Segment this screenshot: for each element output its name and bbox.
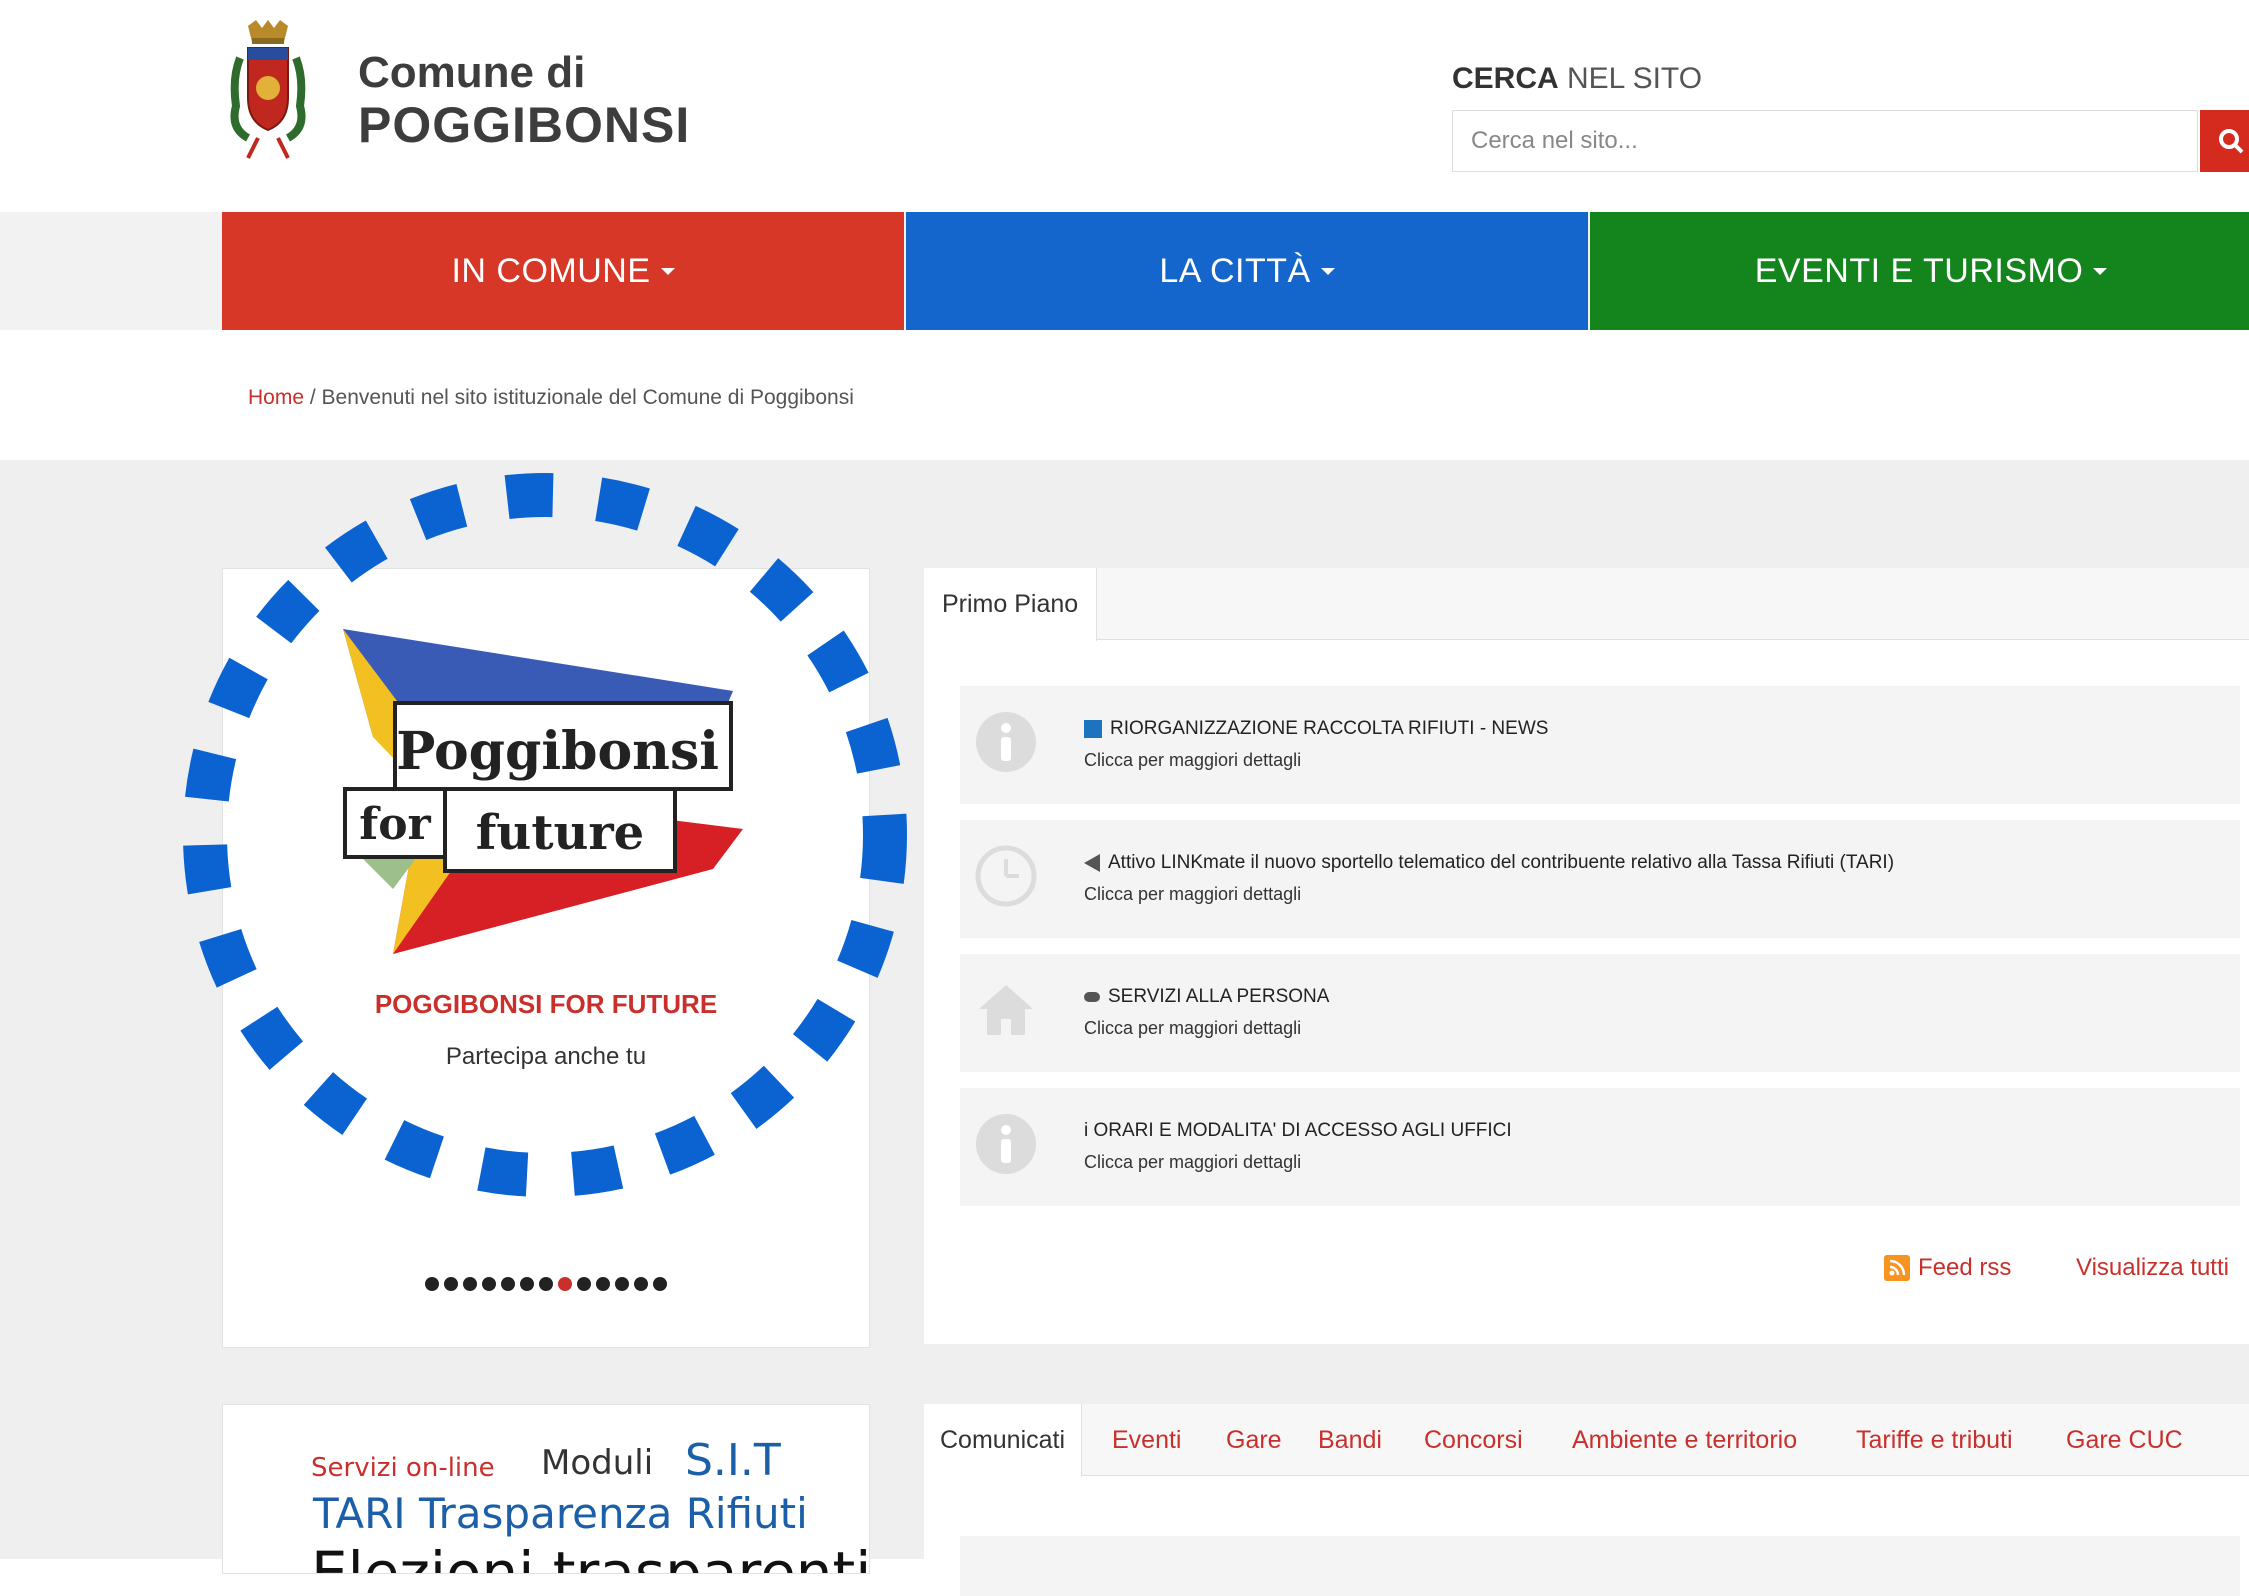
list-item[interactable]: [960, 1536, 2240, 1596]
logo-word-for: for: [359, 799, 431, 850]
nav-in-comune-label: IN COMUNE: [451, 251, 651, 290]
carousel-dot[interactable]: [501, 1277, 515, 1291]
clock-icon: [974, 844, 1038, 908]
nav-la-citta[interactable]: LA CITTÀ: [906, 212, 1588, 330]
poggibonsi-for-future-logo[interactable]: Poggibonsi for future: [333, 629, 753, 959]
news-item[interactable]: i ORARI E MODALITA' DI ACCESSO AGLI UFFI…: [960, 1088, 2240, 1206]
news-subtitle: Clicca per maggiori dettagli: [1084, 750, 1302, 770]
carousel-subtitle: Partecipa anche tu: [445, 1043, 647, 1070]
news-subtitle: Clicca per maggiori dettagli: [1084, 884, 1302, 904]
caret-down-icon: [2093, 267, 2108, 275]
carousel-dot[interactable]: [634, 1277, 648, 1291]
site-header: Comune di POGGIBONSI CERCA NEL SITO: [0, 0, 2249, 210]
feed-rss-link[interactable]: Feed rss: [1884, 1254, 2011, 1282]
news-tabs-panel: Comunicati Eventi Gare Bandi Concorsi Am…: [924, 1404, 2249, 1596]
carousel-dot[interactable]: [520, 1277, 534, 1291]
carousel-dot[interactable]: [425, 1277, 439, 1291]
sit-link[interactable]: S.I.T: [685, 1435, 781, 1486]
news-title-text: SERVIZI ALLA PERSONA: [1108, 986, 1330, 1007]
news-tabs-bar: Comunicati Eventi Gare Bandi Concorsi Am…: [924, 1404, 2249, 1477]
tab-primo-piano[interactable]: Primo Piano: [924, 568, 1098, 641]
nav-eventi-turismo[interactable]: EVENTI E TURISMO: [1590, 212, 2249, 330]
tab-concorsi[interactable]: Concorsi: [1424, 1404, 1523, 1477]
news-subtitle: Clicca per maggiori dettagli: [1084, 1018, 1302, 1038]
nav-in-comune[interactable]: IN COMUNE: [222, 212, 904, 330]
tab-tariffe-tributi[interactable]: Tariffe e tributi: [1856, 1404, 2013, 1477]
news-title[interactable]: Attivo LINKmate il nuovo sportello telem…: [1084, 852, 1894, 874]
nav-eventi-turismo-label: EVENTI E TURISMO: [1754, 251, 2084, 290]
rss-icon: [1884, 1255, 1910, 1281]
breadcrumb-separator: /: [304, 386, 322, 409]
primo-piano-panel: Primo Piano RIORGANIZZAZIONE RACCOLTA RI…: [924, 568, 2249, 1344]
news-item[interactable]: SERVIZI ALLA PERSONA Clicca per maggiori…: [960, 954, 2240, 1072]
breadcrumb-home-link[interactable]: Home: [248, 386, 304, 409]
recycle-icon: [1084, 719, 1102, 738]
breadcrumb-current: Benvenuti nel sito istituzionale del Com…: [321, 386, 854, 409]
carousel-dot[interactable]: [482, 1277, 496, 1291]
tab-ambiente-territorio[interactable]: Ambiente e territorio: [1572, 1404, 1797, 1477]
info-icon: [974, 710, 1038, 774]
carousel-dot[interactable]: [558, 1277, 572, 1291]
news-subtitle: Clicca per maggiori dettagli: [1084, 1152, 1302, 1172]
elezioni-trasparenti-link[interactable]: Elezioni trasparenti: [311, 1539, 869, 1573]
breadcrumb: Home / Benvenuti nel sito istituzionale …: [248, 386, 854, 410]
moduli-link[interactable]: Moduli: [541, 1443, 653, 1483]
carousel-card[interactable]: Poggibonsi for future POGGIBONSI FOR FUT…: [222, 568, 870, 1348]
hands-icon: [1084, 991, 1100, 1002]
carousel-dot[interactable]: [577, 1277, 591, 1291]
search-icon: [2219, 129, 2244, 154]
search-input[interactable]: [1452, 110, 2198, 172]
carousel-dot[interactable]: [615, 1277, 629, 1291]
tab-eventi[interactable]: Eventi: [1112, 1404, 1181, 1477]
see-all-link[interactable]: Visualizza tutti: [2076, 1254, 2229, 1282]
search-label: CERCA NEL SITO: [1452, 62, 1702, 96]
search-button[interactable]: [2200, 110, 2249, 172]
megaphone-icon: [1084, 853, 1100, 872]
tab-gare[interactable]: Gare: [1226, 1404, 1282, 1477]
news-title[interactable]: i ORARI E MODALITA' DI ACCESSO AGLI UFFI…: [1084, 1120, 1512, 1142]
logo-word-poggibonsi: Poggibonsi: [396, 721, 719, 782]
news-title[interactable]: SERVIZI ALLA PERSONA: [1084, 986, 1329, 1008]
nav-la-citta-label: LA CITTÀ: [1159, 251, 1311, 290]
primo-piano-tabbar: Primo Piano: [924, 568, 2249, 641]
carousel-dot[interactable]: [444, 1277, 458, 1291]
carousel-dot[interactable]: [539, 1277, 553, 1291]
brand-line-2[interactable]: POGGIBONSI: [358, 96, 690, 154]
tari-trasparenza-link[interactable]: TARI Trasparenza Rifiuti: [313, 1489, 808, 1538]
news-item[interactable]: Attivo LINKmate il nuovo sportello telem…: [960, 820, 2240, 938]
feed-rss-label: Feed rss: [1918, 1254, 2012, 1281]
brand-line-1[interactable]: Comune di: [358, 48, 585, 98]
logo-word-future: future: [476, 805, 644, 861]
carousel-dot[interactable]: [463, 1277, 477, 1291]
news-title-text: Attivo LINKmate il nuovo sportello telem…: [1108, 852, 1895, 873]
news-title[interactable]: RIORGANIZZAZIONE RACCOLTA RIFIUTI - NEWS: [1084, 718, 1548, 740]
services-online-link[interactable]: Servizi on-line: [311, 1453, 495, 1483]
carousel-dot[interactable]: [596, 1277, 610, 1291]
info-icon: [974, 1112, 1038, 1176]
tab-comunicati[interactable]: Comunicati: [924, 1404, 1083, 1477]
services-card: Servizi on-line Moduli S.I.T TARI Traspa…: [222, 1404, 870, 1574]
news-title-text: RIORGANIZZAZIONE RACCOLTA RIFIUTI - NEWS: [1110, 718, 1549, 739]
coat-of-arms-logo[interactable]: [218, 18, 318, 168]
carousel-dots: [223, 1277, 869, 1291]
search-label-bold: CERCA: [1452, 62, 1559, 95]
carousel-dot[interactable]: [653, 1277, 667, 1291]
carousel-title[interactable]: POGGIBONSI FOR FUTURE: [223, 989, 869, 1020]
caret-down-icon: [1320, 267, 1335, 275]
home-icon: [974, 978, 1038, 1042]
caret-down-icon: [660, 267, 675, 275]
news-item[interactable]: RIORGANIZZAZIONE RACCOLTA RIFIUTI - NEWS…: [960, 686, 2240, 804]
tab-gare-cuc[interactable]: Gare CUC: [2066, 1404, 2183, 1477]
search-label-rest: NEL SITO: [1558, 62, 1703, 95]
tab-bandi[interactable]: Bandi: [1318, 1404, 1382, 1477]
